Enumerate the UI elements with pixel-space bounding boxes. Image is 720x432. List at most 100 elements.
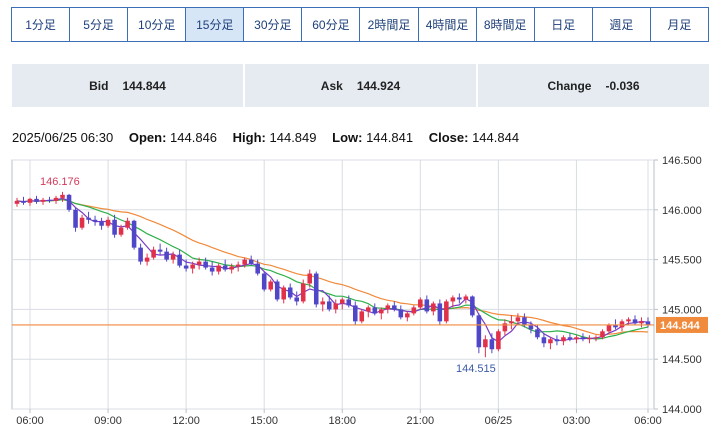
candle-body [307,273,313,284]
candle-body [40,199,46,202]
candle-body [483,339,488,348]
y-tick-label: 146.000 [662,205,702,217]
candle-body [476,315,482,348]
candle-body [418,299,423,308]
x-tick-label: 06:00 [634,415,662,427]
candle-body [326,301,332,310]
candle-body [392,305,397,310]
candle-body [398,309,404,318]
candle-body [151,249,156,258]
candle-body [606,325,612,332]
candle-body [248,259,254,264]
candle-body [112,219,117,235]
candle-body [73,209,78,228]
candle-body [222,265,228,270]
high-annotation: 146.176 [40,176,80,188]
candle-body [515,317,521,322]
candle-body [125,220,130,228]
candle-body [196,261,202,265]
candle-body [541,337,547,344]
candle-body [34,198,39,202]
candle-body [261,273,267,290]
candle-body [287,287,293,298]
candle-body [131,220,137,248]
candle-body [522,317,527,326]
candle-body [235,264,241,267]
candle-body [457,297,462,300]
candle-body [229,266,234,270]
low-annotation: 144.515 [456,363,496,375]
x-tick-label: 03:00 [563,415,591,427]
price-chart[interactable]: 146.500 146.000 145.500 145.000 144.500 144.0… [0,0,720,432]
current-price-label: 144.844 [660,320,701,332]
candle-body [580,337,586,340]
x-tick-label: 06:00 [16,415,44,427]
candle-body [313,273,319,305]
candle-body [379,309,384,314]
candle-body [190,264,195,269]
candle-body [437,303,443,322]
candle-body [444,301,449,322]
candle-body [274,281,280,300]
y-tick-label: 144.500 [662,354,702,366]
candle-body [203,261,208,268]
candle-body [268,281,273,290]
candle-body [431,303,436,312]
candle-body [535,329,540,338]
x-tick-label: 09:00 [94,415,122,427]
candle-body [450,297,456,302]
candle-body [470,296,475,316]
candle-body [632,319,638,324]
candle-body [366,307,371,312]
x-tick-label: 12:00 [172,415,200,427]
candle-body [86,217,91,220]
candle-body [359,311,365,322]
candle-body [626,319,631,322]
candle-body [183,265,189,269]
candle-body [639,321,644,324]
candle-body [209,267,215,272]
candle-body [164,251,169,260]
candle-body [138,247,143,262]
candle-body [170,254,176,260]
candle-body [99,221,104,226]
candle-body [320,301,326,305]
candle-body [496,331,501,350]
candle-body [118,227,124,235]
y-tick-label: 144.000 [662,404,702,416]
candle-body [385,305,391,310]
candle-body [554,339,560,342]
y-tick-label: 145.000 [662,304,702,316]
candle-body [105,219,111,226]
candle-body [281,287,286,300]
candle-body [216,265,221,272]
candle-body [567,337,573,340]
candle-body [463,296,469,300]
candle-body [613,325,618,328]
candle-body [47,199,52,201]
candle-body [405,313,410,318]
candle-body [157,249,163,252]
candle-body [300,283,306,302]
candle-body [21,200,26,203]
candle-body [600,331,605,338]
x-tick-label: 21:00 [407,415,435,427]
y-tick-label: 146.500 [662,155,702,167]
candle-body [574,337,579,340]
candle-body [509,321,514,324]
candle-body [333,303,339,310]
x-tick-label: 18:00 [328,415,356,427]
candle-body [242,259,247,265]
candle-body [27,198,33,203]
x-tick-label: 15:00 [250,415,278,427]
candle-body [352,305,358,322]
candle-body [339,299,345,304]
candle-body [294,297,299,302]
candle-body [346,299,352,306]
candle-body [177,254,182,266]
candle-body [14,200,20,204]
candle-body [561,337,566,342]
candle-body [53,197,59,201]
candle-body [372,307,378,314]
candle-body [528,325,534,330]
